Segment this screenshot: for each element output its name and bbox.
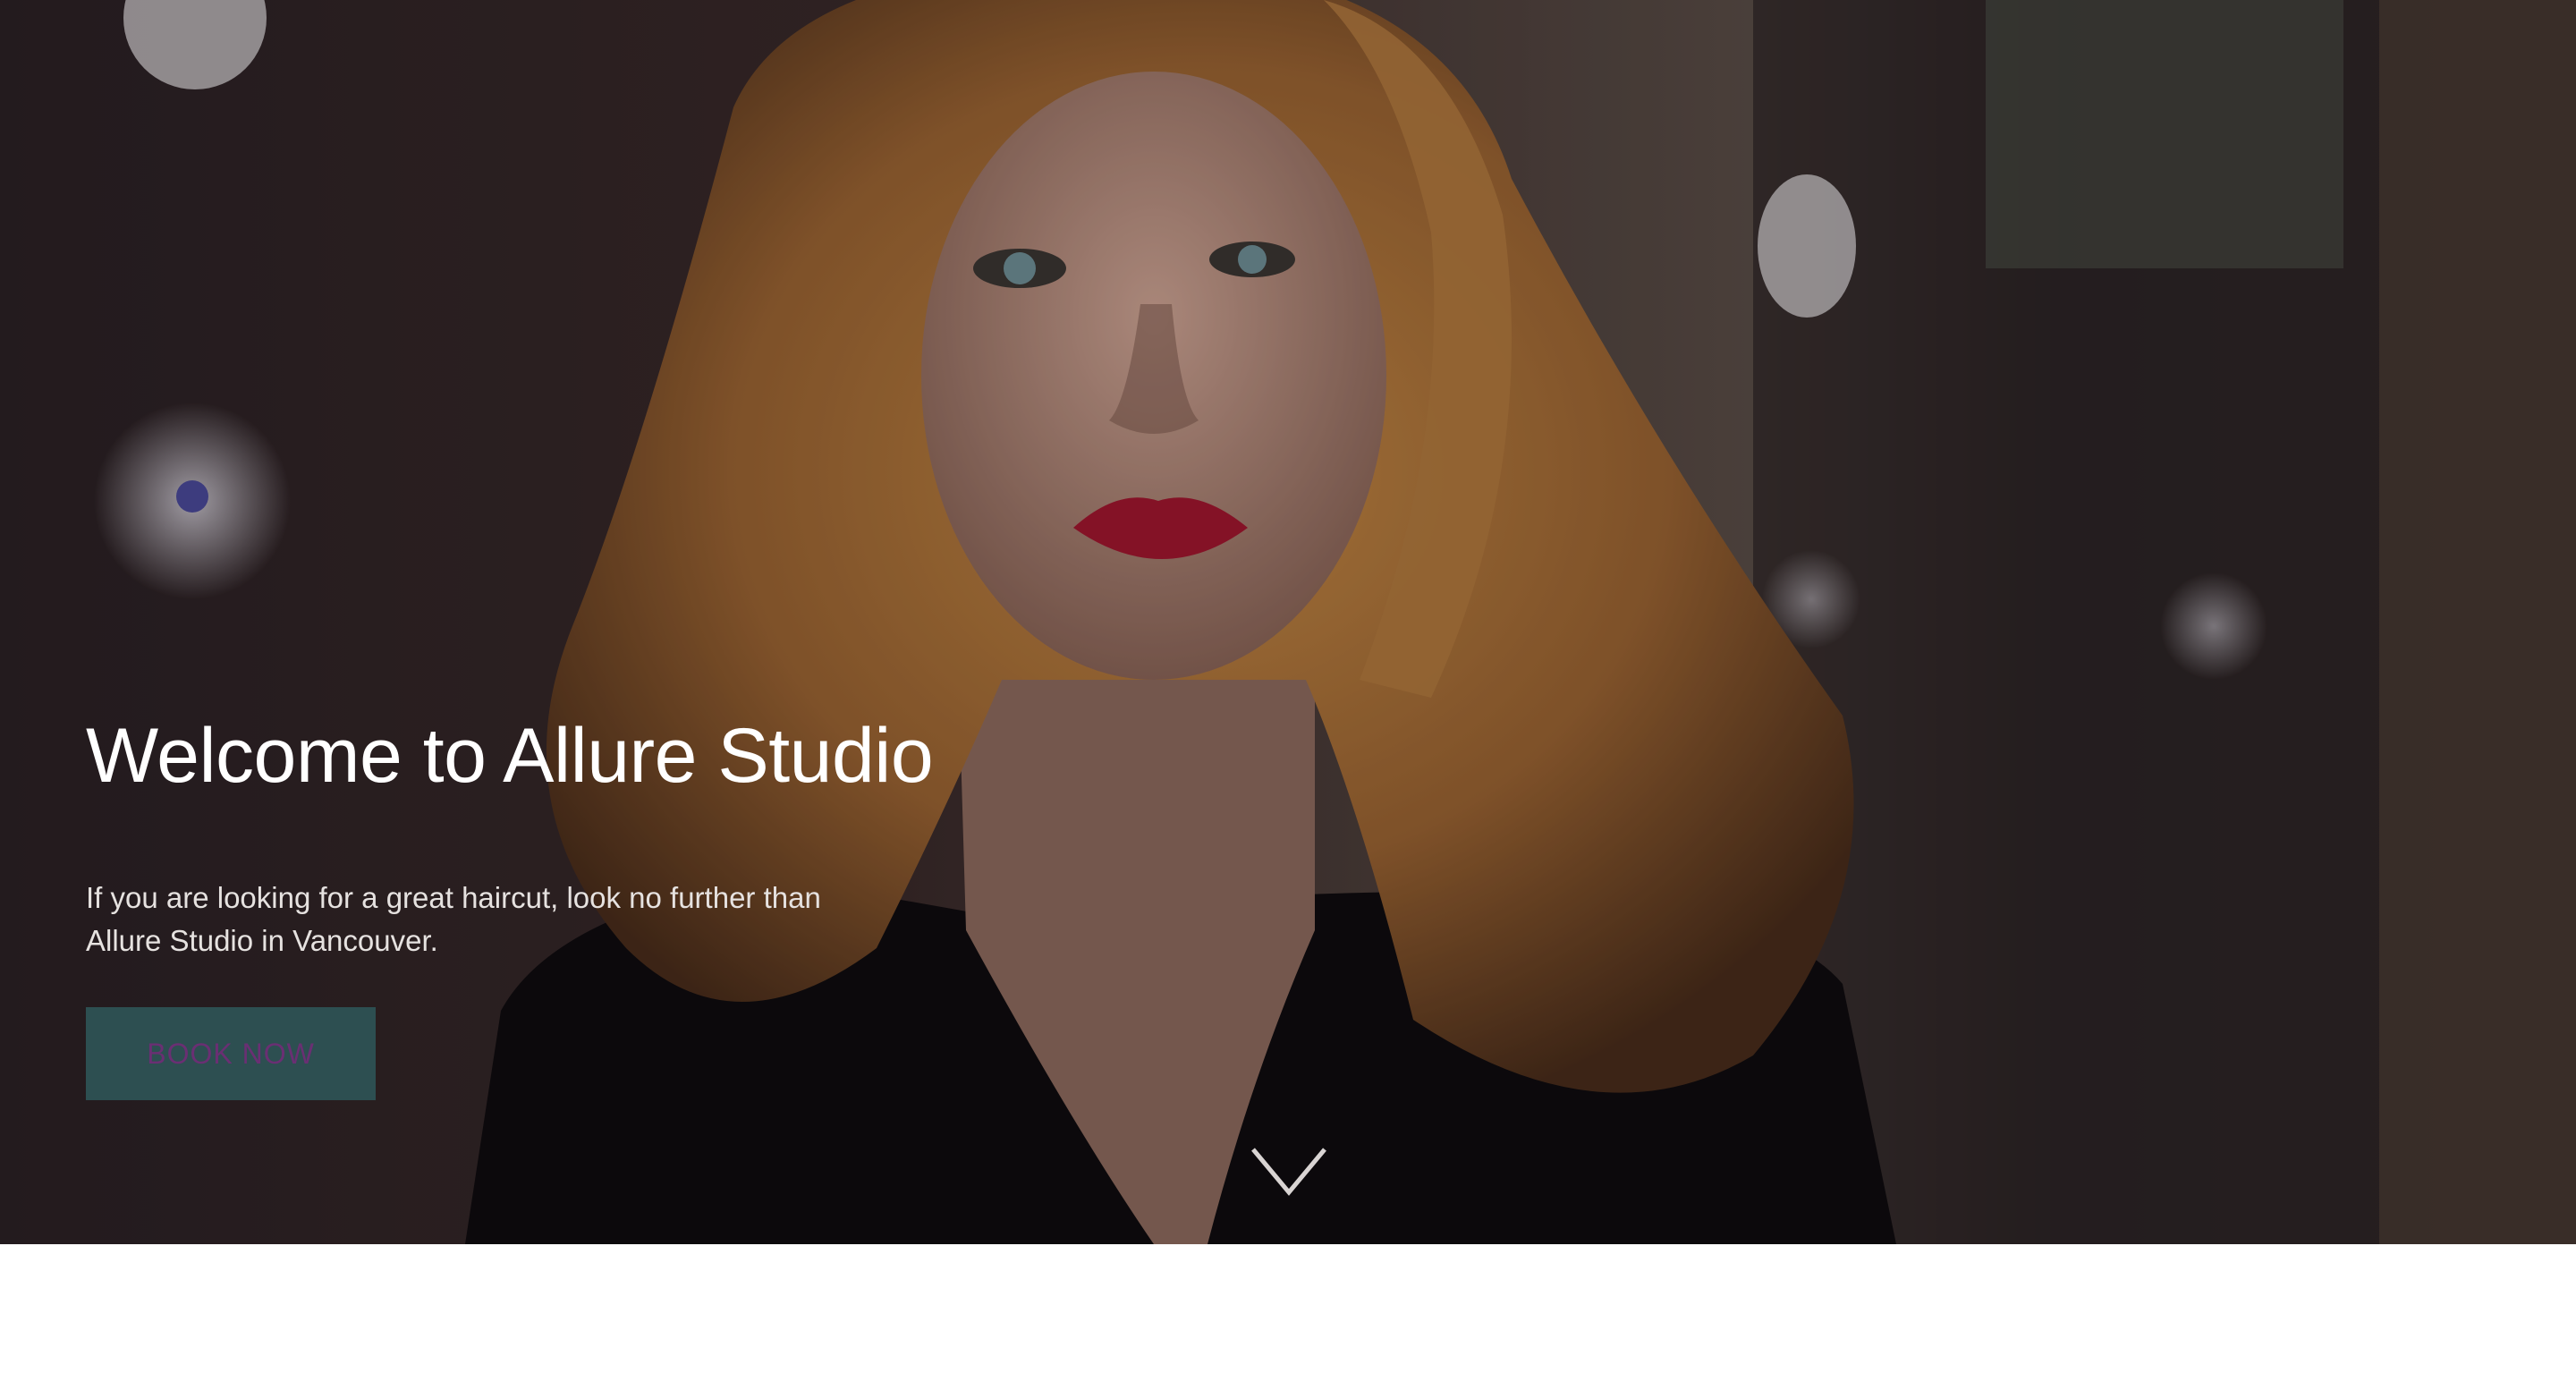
hero-title: Welcome to Allure Studio (86, 713, 934, 799)
hero-content: Welcome to Allure Studio If you are look… (86, 707, 980, 1100)
below-hero-section (0, 1244, 2576, 1390)
book-now-button[interactable]: BOOK NOW (86, 1007, 376, 1100)
hero-description: If you are looking for a great haircut, … (86, 881, 821, 957)
chevron-down-icon[interactable] (1250, 1147, 1327, 1197)
hero-section: Welcome to Allure Studio If you are look… (0, 0, 2576, 1244)
